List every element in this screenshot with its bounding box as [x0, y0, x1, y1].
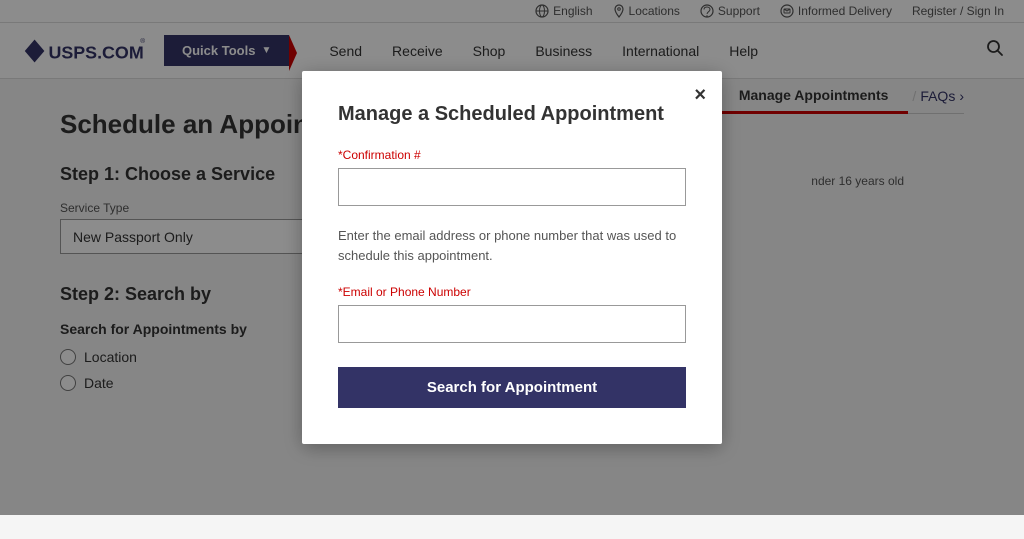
email-phone-label: *Email or Phone Number [338, 285, 686, 299]
confirmation-input[interactable] [338, 168, 686, 206]
modal-title: Manage a Scheduled Appointment [338, 103, 686, 126]
modal-close-button[interactable]: × [694, 85, 706, 105]
search-for-appointment-button[interactable]: Search for Appointment [338, 367, 686, 408]
modal: × Manage a Scheduled Appointment *Confir… [302, 71, 722, 444]
email-phone-input[interactable] [338, 305, 686, 343]
confirmation-label: *Confirmation # [338, 148, 686, 162]
modal-overlay: × Manage a Scheduled Appointment *Confir… [0, 0, 1024, 515]
modal-description: Enter the email address or phone number … [338, 226, 686, 265]
